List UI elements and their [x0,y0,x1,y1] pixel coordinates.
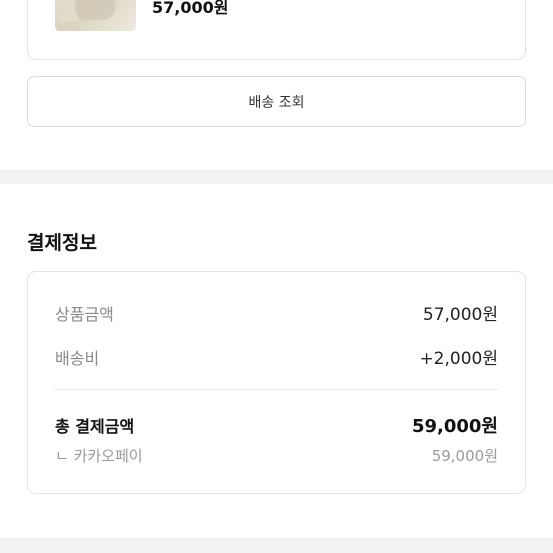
goods-amount-label: 상품금액 [55,304,114,324]
section-divider [0,170,553,184]
goods-amount-row: 상품금액 57,000원 [55,300,498,326]
shipping-fee-label: 배송비 [55,348,100,368]
payment-method-value: 59,000원 [431,447,498,465]
payment-method-label: ㄴ 카카오페이 [55,447,143,465]
shipping-fee-value: +2,000원 [419,349,498,369]
delivery-tracking-button[interactable]: 배송 조회 [27,76,526,127]
goods-amount-value: 57,000원 [422,305,498,325]
product-price: 57,000원 [152,0,229,17]
product-thumbnail[interactable] [55,0,136,31]
total-amount-row: 총 결제금액 59,000원 [55,412,498,438]
total-amount-value: 59,000원 [411,416,498,437]
thumbnail-detail [75,0,115,20]
payment-info-card: 상품금액 57,000원 배송비 +2,000원 총 결제금액 59,000원 … [27,271,526,494]
payment-method-row: ㄴ 카카오페이 59,000원 [55,445,498,466]
payment-info-title: 결제정보 [27,232,97,254]
section-divider-bottom [0,538,553,553]
shipping-fee-row: 배송비 +2,000원 [55,344,498,370]
payment-divider [55,389,498,390]
total-amount-label: 총 결제금액 [55,417,135,436]
order-product-card: 57,000원 [27,0,526,60]
